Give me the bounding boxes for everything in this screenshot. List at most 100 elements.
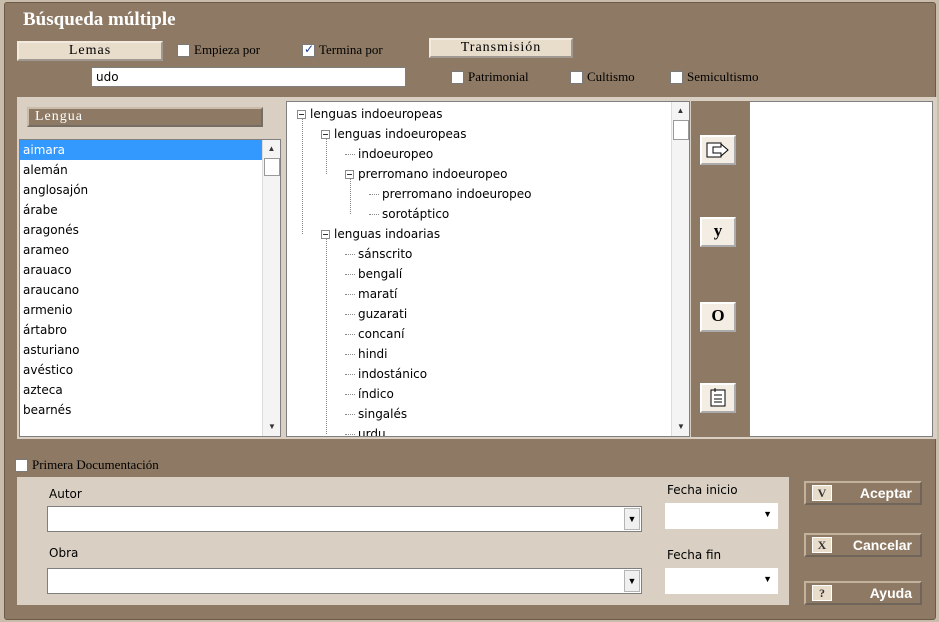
tree-connector — [345, 154, 355, 155]
tree-connector — [345, 434, 355, 435]
tree-connector — [345, 414, 355, 415]
ends-with-checkbox[interactable] — [302, 42, 315, 57]
tree-connector — [345, 254, 355, 255]
tree-node[interactable]: lenguas indoeuropeas — [297, 104, 442, 124]
lengua-list-item[interactable]: araucano — [20, 280, 262, 300]
lengua-list-item[interactable]: alemán — [20, 160, 262, 180]
tree-node[interactable]: índico — [345, 384, 394, 404]
cancel-button[interactable]: X Cancelar — [804, 533, 922, 557]
tree-node[interactable]: lenguas indoarias — [321, 224, 440, 244]
tree-node-label: índico — [358, 387, 394, 401]
lengua-list-item[interactable]: bearnés — [20, 400, 262, 420]
fecha-inicio-dropdown-icon[interactable]: ▼ — [763, 509, 772, 519]
scroll-down-icon[interactable]: ▼ — [265, 420, 279, 434]
add-selection-button[interactable] — [700, 135, 736, 165]
lengua-list-item[interactable]: anglosajón — [20, 180, 262, 200]
help-button[interactable]: ? Ayuda — [804, 581, 922, 605]
tree-connector — [345, 354, 355, 355]
tree-node[interactable]: indoeuropeo — [345, 144, 433, 164]
scroll-up-icon[interactable]: ▲ — [265, 142, 279, 156]
tree-connector — [369, 194, 379, 195]
semicultismo-option[interactable]: Semicultismo — [670, 69, 759, 85]
lengua-list-item[interactable]: azteca — [20, 380, 262, 400]
and-operator-button[interactable]: y — [700, 217, 736, 247]
tree-node-label: urdu — [358, 427, 386, 436]
obra-dropdown-icon[interactable]: ▼ — [624, 570, 640, 592]
tree-node-label: bengalí — [358, 267, 403, 281]
obra-combobox[interactable]: ▼ — [47, 568, 642, 594]
tree-node[interactable]: concaní — [345, 324, 404, 344]
tree-node[interactable]: maratí — [345, 284, 397, 304]
collapse-icon[interactable] — [321, 130, 330, 139]
language-tree[interactable]: lenguas indoeuropeas lenguas indoeuropeas… — [286, 101, 690, 437]
tree-connector — [369, 214, 379, 215]
tree-node-label: indoeuropeo — [358, 147, 434, 161]
result-box[interactable] — [749, 101, 933, 437]
tree-node[interactable]: sorotáptico — [369, 204, 449, 224]
tree-node-label: singalés — [358, 407, 408, 421]
starts-with-checkbox[interactable] — [177, 43, 190, 57]
fecha-fin-dropdown-icon[interactable]: ▼ — [763, 574, 772, 584]
ends-with-option[interactable]: Termina por — [302, 42, 383, 58]
tree-guide-line — [326, 239, 327, 434]
tree-node[interactable]: hindi — [345, 344, 388, 364]
fecha-fin-label: Fecha fin — [667, 548, 722, 562]
tree-scroll-down-icon[interactable]: ▼ — [674, 420, 688, 434]
tree-node-label: indostánico — [358, 367, 428, 381]
autor-dropdown-icon[interactable]: ▼ — [624, 508, 640, 530]
tree-node[interactable]: lenguas indoeuropeas — [321, 124, 466, 144]
tree-node-label: maratí — [358, 287, 398, 301]
tree-guide-line — [350, 179, 351, 214]
autor-combobox[interactable]: ▼ — [47, 506, 642, 532]
fecha-inicio-select[interactable]: ▼ — [665, 503, 778, 529]
lengua-list-item[interactable]: aragonés — [20, 220, 262, 240]
lengua-list-item[interactable]: avéstico — [20, 360, 262, 380]
tree-node[interactable]: singalés — [345, 404, 407, 424]
patrimonial-checkbox[interactable] — [451, 70, 464, 84]
help-key-icon: ? — [812, 585, 832, 601]
tree-node-label: hindi — [358, 347, 388, 361]
tree-node[interactable]: bengalí — [345, 264, 402, 284]
tree-node[interactable]: urdu — [345, 424, 386, 436]
tree-node[interactable]: prerromano indoeuropeo — [369, 184, 531, 204]
tree-node[interactable]: prerromano indoeuropeo — [345, 164, 507, 184]
lengua-list-item[interactable]: ártabro — [20, 320, 262, 340]
tree-connector — [345, 274, 355, 275]
clear-selection-button[interactable] — [700, 383, 736, 413]
or-operator-button[interactable]: O — [700, 302, 736, 332]
lengua-list[interactable]: aimara alemán anglosajón árabe aragonés arame… — [19, 139, 281, 437]
tree-scrollbar[interactable]: ▲ ▼ — [671, 102, 689, 436]
cultismo-checkbox[interactable] — [570, 70, 583, 84]
semicultismo-checkbox[interactable] — [670, 70, 683, 84]
fecha-fin-select[interactable]: ▼ — [665, 568, 778, 594]
cultismo-option[interactable]: Cultismo — [570, 69, 635, 85]
lengua-list-item[interactable]: arauaco — [20, 260, 262, 280]
scroll-thumb[interactable] — [263, 158, 280, 176]
lengua-list-item[interactable]: arameo — [20, 240, 262, 260]
collapse-icon[interactable] — [345, 170, 354, 179]
cultismo-label: Cultismo — [587, 69, 635, 84]
collapse-icon[interactable] — [297, 110, 306, 119]
ends-with-label: Termina por — [319, 42, 383, 57]
tree-node[interactable]: guzarati — [345, 304, 407, 324]
collapse-icon[interactable] — [321, 230, 330, 239]
tree-scroll-up-icon[interactable]: ▲ — [674, 104, 688, 118]
lengua-list-item[interactable]: aimara — [20, 140, 262, 160]
lema-search-input[interactable]: udo — [91, 67, 406, 87]
accept-button[interactable]: V Aceptar — [804, 481, 922, 505]
tree-guide-line — [326, 139, 327, 174]
tree-scroll-thumb[interactable] — [672, 120, 689, 140]
lengua-list-item[interactable]: armenio — [20, 300, 262, 320]
lengua-list-item[interactable]: árabe — [20, 200, 262, 220]
lengua-list-item[interactable]: asturiano — [20, 340, 262, 360]
primera-documentacion-option[interactable]: Primera Documentación — [15, 457, 159, 473]
lengua-scrollbar[interactable]: ▲ ▼ — [262, 140, 280, 436]
starts-with-option[interactable]: Empieza por — [177, 42, 260, 58]
primera-documentacion-checkbox[interactable] — [15, 458, 28, 472]
tree-node[interactable]: indostánico — [345, 364, 427, 384]
patrimonial-option[interactable]: Patrimonial — [451, 69, 529, 85]
tree-node[interactable]: sánscrito — [345, 244, 412, 264]
obra-label: Obra — [49, 546, 79, 560]
fecha-inicio-label: Fecha inicio — [667, 483, 738, 497]
tree-connector — [345, 394, 355, 395]
